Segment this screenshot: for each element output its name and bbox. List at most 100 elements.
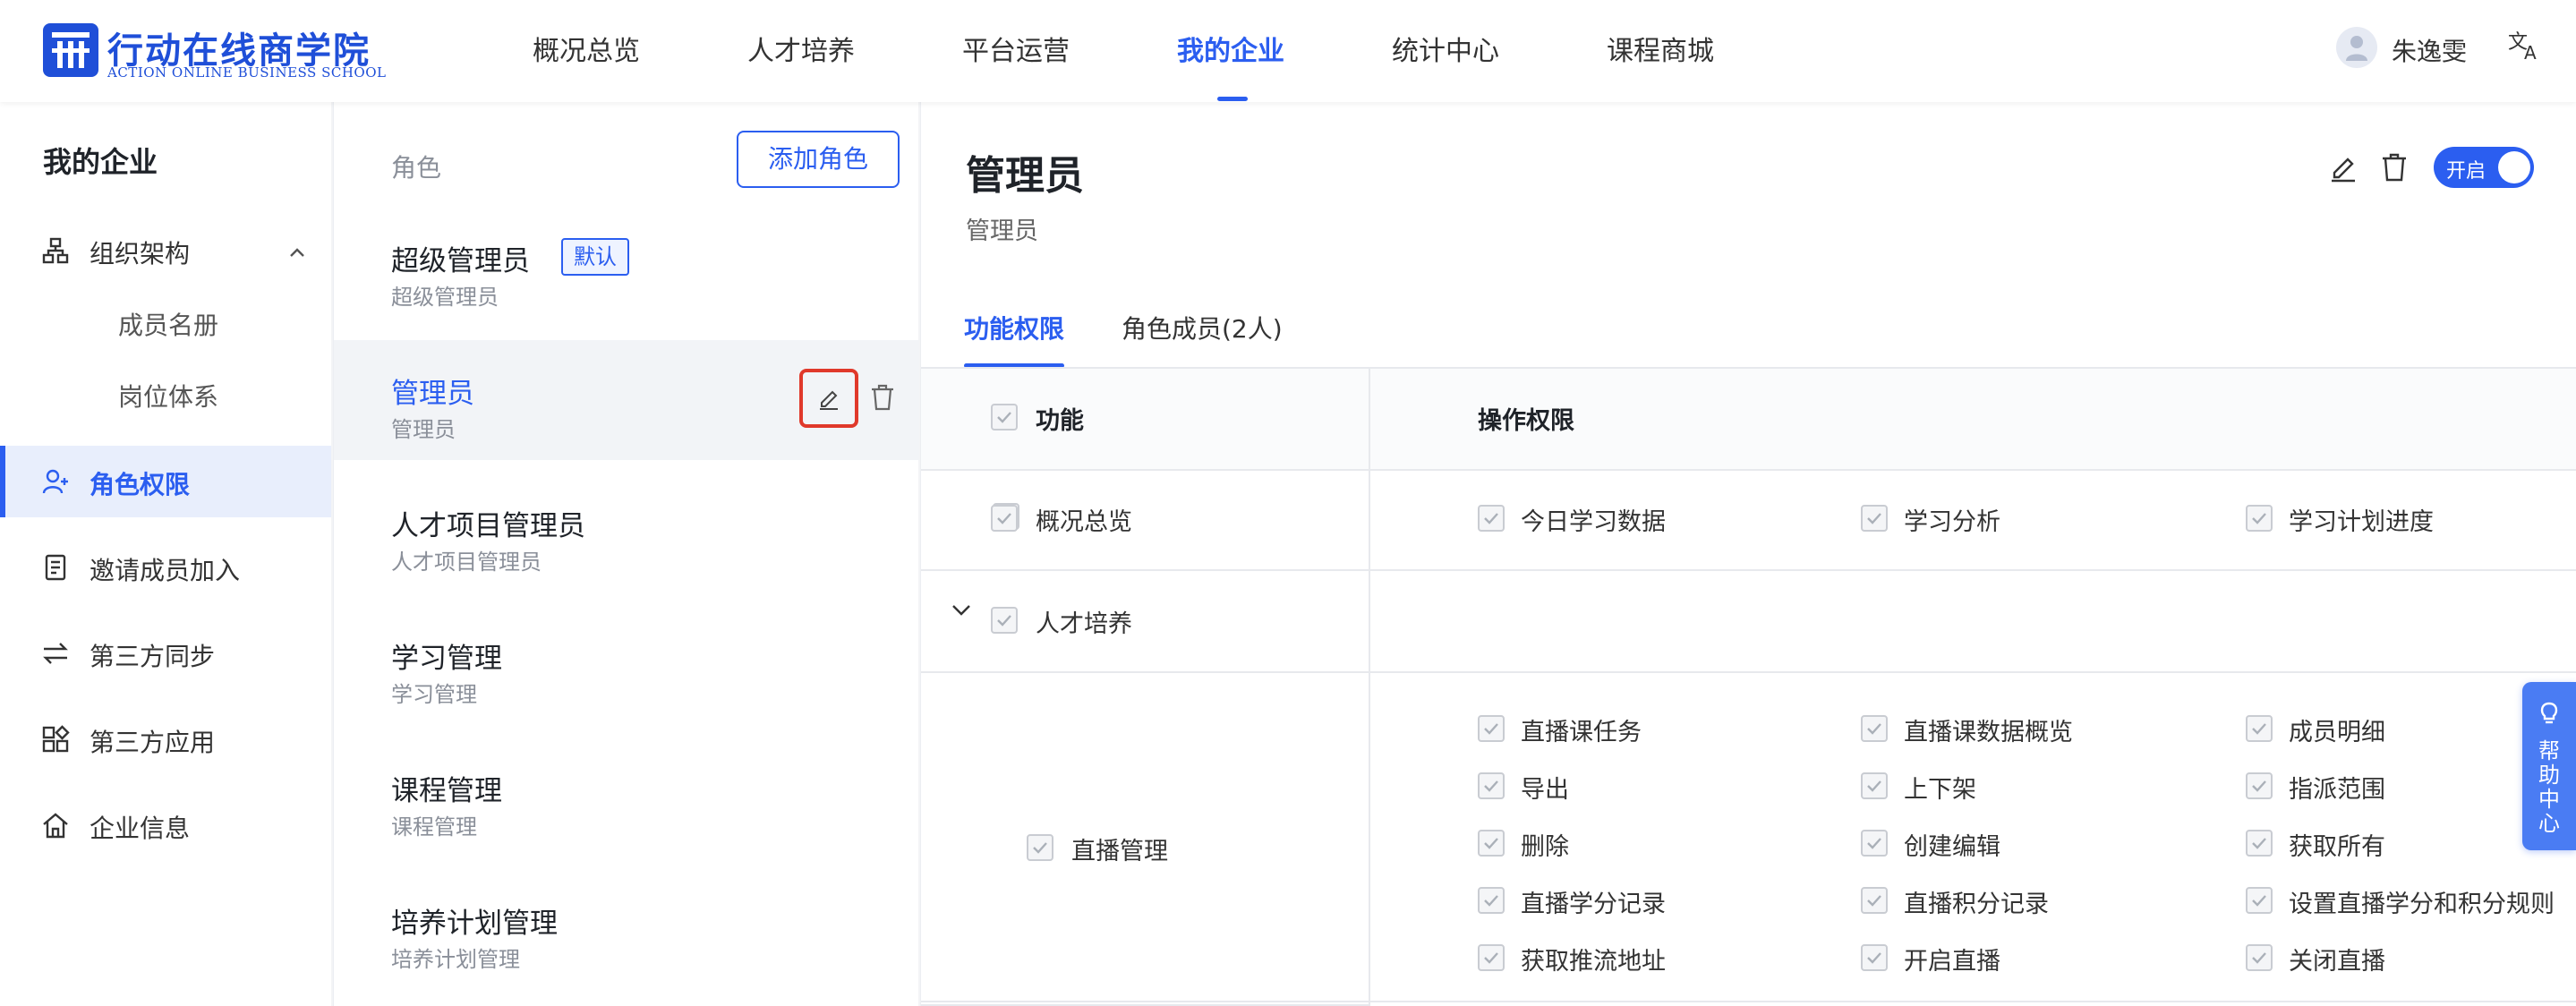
- divider: [921, 671, 2576, 673]
- checkbox[interactable]: [1027, 834, 1053, 861]
- role-item-learning-mgmt[interactable]: 学习管理 学习管理: [334, 605, 919, 725]
- brand-logo[interactable]: 行动在线商学院 ACTION ONLINE BUSINESS SCHOOL: [43, 20, 386, 81]
- operation-label: 创建编辑: [1904, 833, 2000, 861]
- checkbox[interactable]: [991, 607, 1018, 634]
- role-detail-panel: 管理员 管理员 开启 功能权限 角色成员(2人) 功能 操作权限 概况总览 今日…: [920, 102, 2576, 1006]
- edit-role-button[interactable]: [799, 369, 858, 428]
- role-list-header: 角色: [391, 153, 442, 183]
- sidebar-item-org-structure[interactable]: 组织架构: [0, 215, 331, 286]
- svg-text:A: A: [2524, 42, 2537, 63]
- operation-label: 今日学习数据: [1521, 508, 1666, 536]
- operation-label: 关闭直播: [2289, 948, 2385, 976]
- operation-label: 直播课数据概览: [1904, 719, 2073, 746]
- role-subtitle: 管理员: [966, 217, 1038, 245]
- sidebar-item-third-sync[interactable]: 第三方同步: [0, 618, 331, 689]
- operation-label: 学习计划进度: [2289, 508, 2434, 536]
- operation-label: 指派范围: [2289, 776, 2385, 804]
- role-item-talent-admin[interactable]: 人才项目管理员 人才项目管理员: [334, 473, 919, 593]
- operation-label: 学习分析: [1904, 508, 2000, 536]
- checkbox[interactable]: [1478, 772, 1505, 799]
- role-item-admin[interactable]: 管理员 管理员: [334, 340, 919, 460]
- trash-icon[interactable]: [869, 383, 896, 412]
- nav-operations[interactable]: 平台运营: [962, 29, 1070, 68]
- checkbox[interactable]: [1478, 944, 1505, 971]
- divider: [1369, 671, 1370, 1006]
- sidebar-item-position-system[interactable]: 岗位体系: [0, 358, 331, 430]
- sidebar-item-label: 第三方同步: [90, 642, 216, 671]
- checkbox[interactable]: [1478, 887, 1505, 914]
- user-name: 朱逸雯: [2392, 37, 2468, 66]
- select-all-checkbox[interactable]: [991, 404, 1018, 431]
- nav-overview[interactable]: 概况总览: [533, 29, 640, 68]
- edit-icon[interactable]: [2328, 152, 2358, 183]
- checkbox[interactable]: [1861, 505, 1888, 532]
- column-header-function: 功能: [1036, 407, 1084, 435]
- sidebar-title: 我的企业: [43, 145, 158, 179]
- nav-talent[interactable]: 人才培养: [747, 29, 855, 68]
- checkbox[interactable]: [2246, 772, 2273, 799]
- sidebar-item-third-apps[interactable]: 第三方应用: [0, 703, 331, 775]
- checkbox[interactable]: [2246, 505, 2273, 532]
- operation-label: 上下架: [1904, 776, 1976, 804]
- sidebar-item-label: 邀请成员加入: [90, 556, 241, 585]
- help-center-button[interactable]: 帮助中心: [2522, 682, 2576, 850]
- org-structure-icon: [41, 236, 70, 265]
- role-list-panel: 角色 添加角色 超级管理员 默认 超级管理员 管理员 管理员 人才项目管理员 人…: [333, 102, 919, 1006]
- checkbox[interactable]: [1478, 505, 1505, 532]
- checkbox[interactable]: [2246, 944, 2273, 971]
- nav-my-enterprise[interactable]: 我的企业: [1177, 29, 1284, 68]
- checkbox[interactable]: [1861, 772, 1888, 799]
- trash-icon[interactable]: [2380, 152, 2409, 183]
- table-header-bg: [921, 367, 2576, 469]
- role-desc: 人才项目管理员: [391, 550, 542, 575]
- sidebar-item-member-roster[interactable]: 成员名册: [0, 286, 331, 358]
- operation-label: 直播学分记录: [1521, 891, 1666, 918]
- checkbox[interactable]: [2246, 715, 2273, 742]
- lightbulb-icon: [2537, 700, 2562, 725]
- divider: [921, 1001, 2576, 1002]
- role-item-plan-mgmt[interactable]: 培养计划管理 培养计划管理: [334, 870, 919, 990]
- checkbox[interactable]: [2246, 887, 2273, 914]
- divider: [1369, 367, 1370, 671]
- nav-statistics[interactable]: 统计中心: [1392, 29, 1499, 68]
- operation-label: 获取所有: [2289, 833, 2385, 861]
- sidebar: 我的企业 组织架构 成员名册 岗位体系 角色权限 邀请成员加入 第三方同步 第三…: [0, 102, 331, 1006]
- role-title: 管理员: [966, 153, 1084, 199]
- nav-course-mall[interactable]: 课程商城: [1607, 29, 1714, 68]
- sidebar-item-label: 角色权限: [90, 470, 191, 499]
- sidebar-item-invite[interactable]: 邀请成员加入: [0, 532, 331, 603]
- role-name: 课程管理: [391, 775, 502, 807]
- translate-icon[interactable]: 文 A: [2506, 27, 2542, 64]
- divider: [921, 469, 2576, 471]
- operation-label: 直播课任务: [1521, 719, 1642, 746]
- role-item-course-mgmt[interactable]: 课程管理 课程管理: [334, 737, 919, 857]
- enable-toggle[interactable]: 开启: [2434, 147, 2534, 188]
- checkbox[interactable]: [1861, 887, 1888, 914]
- checkbox[interactable]: [1861, 944, 1888, 971]
- checkbox[interactable]: [1861, 715, 1888, 742]
- sidebar-item-label: 岗位体系: [118, 382, 219, 412]
- sidebar-item-enterprise-info[interactable]: 企业信息: [0, 789, 331, 861]
- role-item-super-admin[interactable]: 超级管理员 默认 超级管理员: [334, 208, 919, 328]
- add-role-button[interactable]: 添加角色: [737, 131, 900, 188]
- nav-active-indicator: [1217, 97, 1248, 101]
- apps-icon: [41, 725, 70, 754]
- sidebar-item-label: 第三方应用: [90, 728, 216, 757]
- operation-label: 设置直播学分和积分规则: [2289, 891, 2555, 918]
- toggle-knob: [2498, 151, 2530, 183]
- chevron-down-icon[interactable]: [950, 598, 973, 621]
- operation-label: 导出: [1521, 776, 1569, 804]
- chevron-up-icon[interactable]: [288, 243, 306, 261]
- sidebar-item-role-permission[interactable]: 角色权限: [0, 446, 331, 517]
- checkbox[interactable]: [1478, 830, 1505, 857]
- sidebar-item-label: 组织架构: [90, 239, 191, 269]
- checkbox[interactable]: [2246, 830, 2273, 857]
- operation-label: 直播积分记录: [1904, 891, 2049, 918]
- tab-function-permission[interactable]: 功能权限: [964, 310, 1064, 345]
- checkbox[interactable]: [1478, 715, 1505, 742]
- checkbox[interactable]: [1861, 830, 1888, 857]
- checkbox[interactable]: [991, 505, 1018, 532]
- tab-role-members[interactable]: 角色成员(2人): [1122, 310, 1283, 345]
- operation-label: 成员明细: [2289, 719, 2385, 746]
- column-header-operations: 操作权限: [1478, 407, 1574, 435]
